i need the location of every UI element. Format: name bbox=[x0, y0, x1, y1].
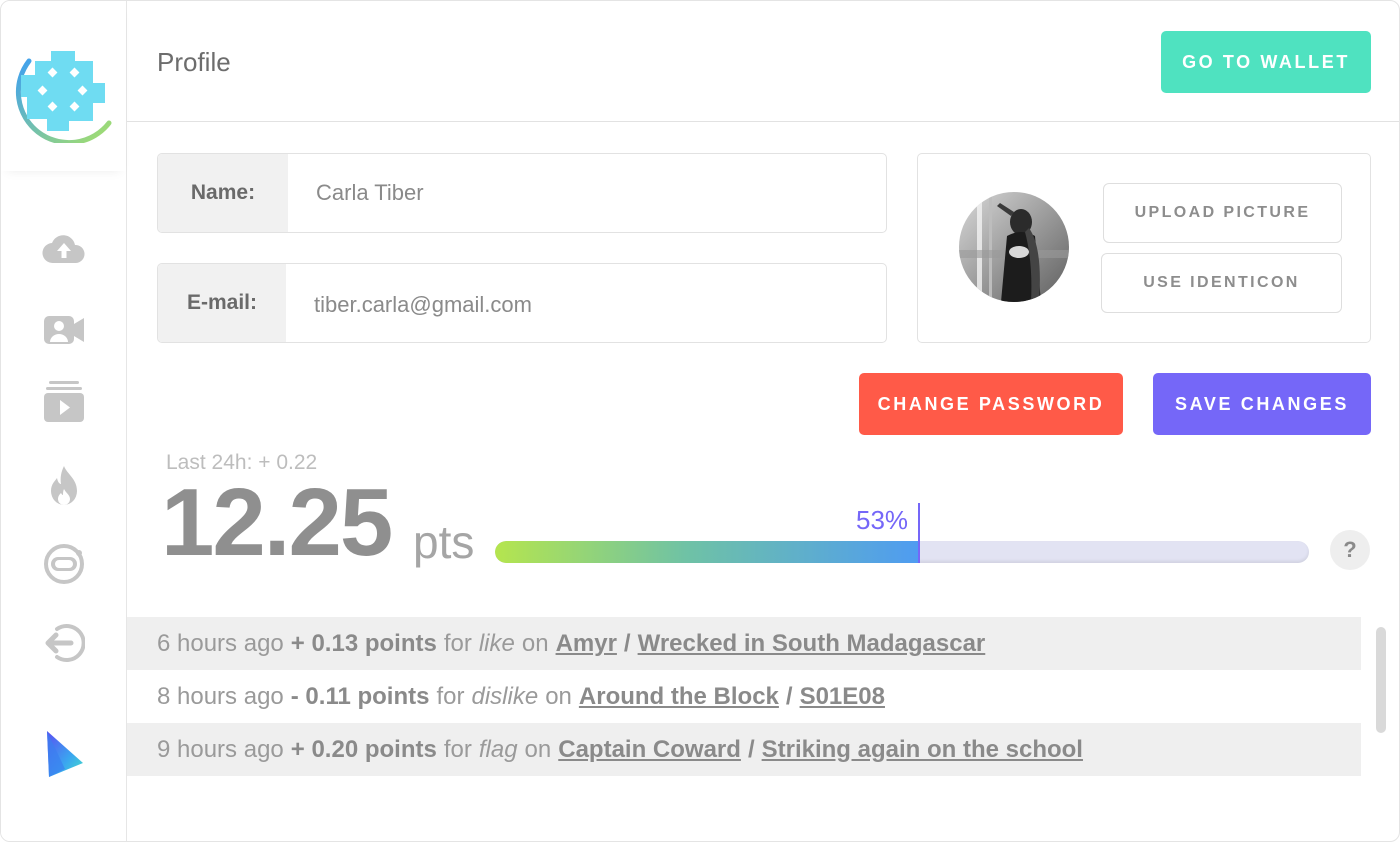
points-progress-bar bbox=[495, 541, 1309, 563]
page-title: Profile bbox=[157, 47, 231, 77]
app-window: Profile GO TO WALLET Name: E-mail: bbox=[0, 0, 1400, 842]
progress-marker bbox=[918, 503, 920, 563]
activity-on: on bbox=[524, 735, 552, 763]
activity-separator: / bbox=[747, 735, 755, 763]
email-field: E-mail: bbox=[157, 263, 887, 343]
activity-on: on bbox=[545, 682, 572, 710]
activity-channel-link[interactable]: Around the Block bbox=[579, 683, 779, 711]
activity-action: flag bbox=[478, 735, 518, 763]
activity-points: + 0.13 points bbox=[290, 629, 437, 657]
email-label: E-mail: bbox=[158, 264, 286, 342]
activity-row: 6 hours ago + 0.13 points for like on Amyr / Wr… bbox=[127, 617, 1361, 670]
activity-item-link[interactable]: S01E08 bbox=[800, 683, 885, 711]
profile-picture-panel: UPLOAD PICTURE USE IDENTICON bbox=[917, 153, 1371, 343]
progress-fill bbox=[495, 541, 918, 563]
astronaut-icon[interactable] bbox=[41, 541, 87, 587]
go-to-wallet-button[interactable]: GO TO WALLET bbox=[1161, 31, 1371, 93]
activity-channel-link[interactable]: Amyr bbox=[556, 630, 617, 658]
video-camera-icon[interactable] bbox=[41, 307, 87, 353]
name-field: Name: bbox=[157, 153, 887, 233]
upload-picture-button[interactable]: UPLOAD PICTURE bbox=[1103, 183, 1342, 243]
save-changes-button[interactable]: SAVE CHANGES bbox=[1153, 373, 1371, 435]
activity-list: 6 hours ago + 0.13 points for like on Amyr / Wr… bbox=[127, 617, 1361, 776]
activity-action: dislike bbox=[471, 682, 539, 710]
activity-points: - 0.11 points bbox=[290, 682, 430, 710]
activity-channel-link[interactable]: Captain Coward bbox=[558, 736, 741, 764]
logo-area bbox=[1, 1, 126, 171]
header: Profile GO TO WALLET bbox=[127, 1, 1399, 122]
upload-cloud-icon[interactable] bbox=[41, 226, 87, 272]
points-value: 12.25 bbox=[161, 469, 393, 576]
help-button[interactable]: ? bbox=[1330, 530, 1370, 570]
activity-for: for bbox=[436, 682, 465, 710]
subscriptions-icon[interactable] bbox=[41, 379, 87, 425]
activity-scrollbar[interactable] bbox=[1376, 627, 1386, 733]
logout-icon[interactable] bbox=[41, 620, 87, 666]
activity-separator: / bbox=[785, 682, 793, 710]
activity-time: 9 hours ago bbox=[157, 735, 284, 763]
email-input[interactable] bbox=[286, 266, 886, 342]
name-input[interactable] bbox=[288, 154, 886, 232]
activity-row: 9 hours ago + 0.20 points for flag on Captain… bbox=[127, 723, 1361, 776]
sidebar bbox=[1, 1, 127, 841]
app-logo-icon bbox=[15, 51, 112, 143]
activity-row: 8 hours ago - 0.11 points for dislike on Arou… bbox=[127, 670, 1361, 723]
activity-item-link[interactable]: Wrecked in South Madagascar bbox=[638, 630, 986, 658]
activity-points: + 0.20 points bbox=[290, 735, 437, 763]
activity-time: 6 hours ago bbox=[157, 629, 284, 657]
activity-on: on bbox=[521, 629, 549, 657]
fire-icon[interactable] bbox=[41, 463, 87, 509]
activity-for: for bbox=[443, 629, 472, 657]
activity-action: like bbox=[478, 629, 515, 657]
change-password-button[interactable]: CHANGE PASSWORD bbox=[859, 373, 1123, 435]
use-identicon-button[interactable]: USE IDENTICON bbox=[1101, 253, 1342, 313]
points-unit: pts bbox=[413, 516, 475, 568]
avatar bbox=[959, 192, 1069, 302]
activity-separator: / bbox=[623, 629, 631, 657]
progress-percent: 53% bbox=[856, 505, 909, 535]
activity-item-link[interactable]: Striking again on the school bbox=[762, 736, 1083, 764]
activity-time: 8 hours ago bbox=[157, 682, 284, 710]
activity-for: for bbox=[443, 735, 472, 763]
brand-sail-icon bbox=[47, 731, 83, 777]
name-label: Name: bbox=[158, 154, 288, 232]
